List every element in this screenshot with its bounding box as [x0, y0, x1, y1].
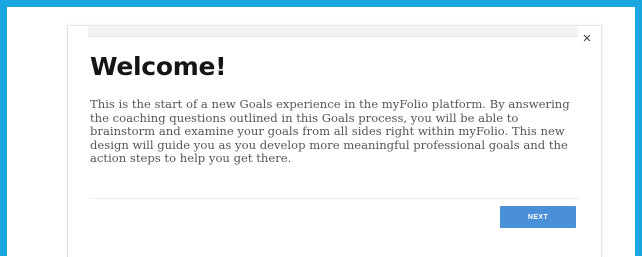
close-icon [583, 34, 591, 42]
welcome-modal: Welcome! This is the start of a new Goal… [67, 25, 602, 257]
modal-top-strip [88, 26, 578, 37]
modal-divider [90, 198, 580, 199]
modal-title: Welcome! [90, 52, 227, 81]
modal-body-text: This is the start of a new Goals experie… [90, 97, 570, 166]
close-button[interactable] [581, 32, 593, 44]
next-button[interactable]: NEXT [500, 206, 576, 228]
